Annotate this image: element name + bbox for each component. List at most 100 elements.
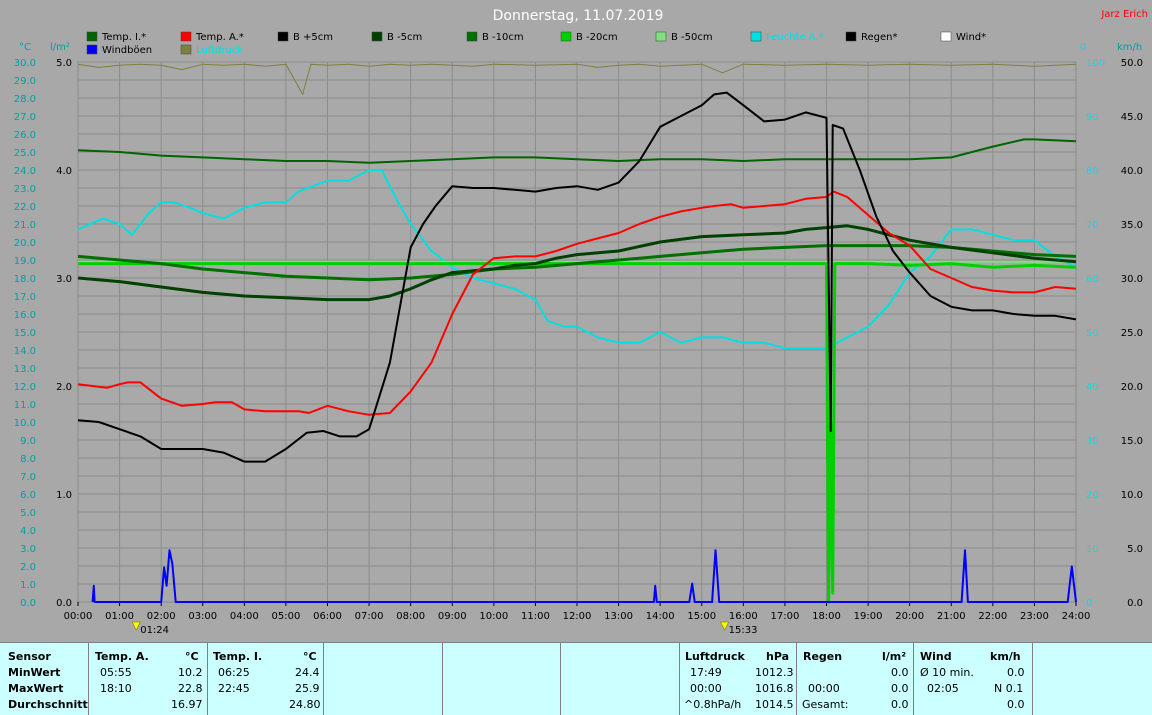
wind-tick-label: 0.0 [1127, 598, 1143, 609]
temp-tick-label: 16.0 [14, 310, 36, 321]
rain-tick-label: 2.0 [56, 382, 72, 393]
temp-a-unit: °C [185, 650, 199, 663]
chart-title: Donnerstag, 11.07.2019 [493, 8, 664, 24]
legend-label: Windböen [102, 45, 152, 56]
temp-tick-label: 7.0 [20, 472, 36, 483]
divider [679, 643, 680, 715]
x-tick-label: 17:00 [771, 611, 800, 622]
temp-tick-label: 14.0 [14, 346, 36, 357]
legend-swatch [180, 44, 192, 55]
rain-total: 0.0 [891, 698, 909, 711]
temp-tick-label: 22.0 [14, 202, 36, 213]
temp-tick-label: 4.0 [20, 526, 36, 537]
divider [442, 643, 443, 715]
wind-mean: 0.0 [1007, 698, 1025, 711]
divider [1032, 643, 1033, 715]
temp-tick-label: 12.0 [14, 382, 36, 393]
rain-header: Regen [803, 650, 843, 663]
rain-tick-label: 1.0 [56, 490, 72, 501]
x-tick-label: 22:00 [978, 611, 1007, 622]
rain-tick-label: 5.0 [56, 58, 72, 69]
divider [913, 643, 914, 715]
temp-tick-label: 1.0 [20, 580, 36, 591]
pressure-max: 1016.8 [755, 682, 794, 695]
wind-tick-label: 5.0 [1127, 544, 1143, 555]
wind-tick-label: 50.0 [1121, 58, 1143, 69]
legend-label: Temp. A.* [195, 32, 244, 43]
temp-tick-label: 26.0 [14, 130, 36, 141]
divider [88, 643, 89, 715]
temp-tick-label: 3.0 [20, 544, 36, 555]
wind-avg: 0.0 [1007, 666, 1025, 679]
legend-swatch [940, 31, 952, 42]
humidity-tick-label: 100 [1086, 58, 1105, 69]
temp-i-max: 25.9 [295, 682, 320, 695]
temp-tick-label: 11.0 [14, 400, 36, 411]
legend-swatch [86, 44, 98, 55]
temp-tick-label: 19.0 [14, 256, 36, 267]
temp-i-header: Temp. I. [213, 650, 263, 663]
divider [207, 643, 208, 715]
temp-tick-label: 0.0 [20, 598, 36, 609]
wind-max: N 0.1 [994, 682, 1024, 695]
x-tick-label: 15:00 [687, 611, 716, 622]
wind-tick-label: 10.0 [1121, 490, 1143, 501]
pressure-min-time: 17:49 [690, 666, 722, 679]
rain-unit: l/m² [882, 650, 907, 663]
legend-swatch [86, 31, 98, 42]
legend-label: B +5cm [293, 32, 333, 43]
legend-label: B -20cm [576, 32, 618, 43]
temp-tick-label: 9.0 [20, 436, 36, 447]
humidity-tick-label: 10 [1086, 544, 1099, 555]
unit-wind-left-label: 0 [1080, 42, 1086, 53]
temp-tick-label: 30.0 [14, 58, 36, 69]
pressure-avg: 1014.5 [755, 698, 794, 711]
row-label-max: MaxWert [8, 682, 64, 695]
temp-tick-label: 20.0 [14, 238, 36, 249]
legend-label: B -5cm [387, 32, 422, 43]
x-tick-label: 11:00 [521, 611, 550, 622]
row-label-avg: Durchschnitt [8, 698, 88, 711]
x-tick-label: 03:00 [188, 611, 217, 622]
temp-i-avg: 24.80 [289, 698, 321, 711]
row-label-min: MinWert [8, 666, 61, 679]
x-tick-label: 06:00 [313, 611, 342, 622]
wind-header: Wind [920, 650, 952, 663]
wind-avg-label: Ø 10 min. [920, 666, 974, 679]
humidity-tick-label: 90 [1086, 112, 1099, 123]
x-tick-label: 00:00 [64, 611, 93, 622]
event-marker-label: 15:33 [729, 625, 758, 636]
wind-tick-label: 35.0 [1121, 220, 1143, 231]
temp-tick-label: 15.0 [14, 328, 36, 339]
x-tick-label: 14:00 [646, 611, 675, 622]
temp-a-max: 22.8 [178, 682, 203, 695]
temp-tick-label: 21.0 [14, 220, 36, 231]
rain-min: 0.0 [891, 666, 909, 679]
temp-a-max-time: 18:10 [100, 682, 132, 695]
temp-tick-label: 17.0 [14, 292, 36, 303]
x-tick-label: 09:00 [438, 611, 467, 622]
x-tick-label: 18:00 [812, 611, 841, 622]
x-tick-label: 19:00 [854, 611, 883, 622]
unit-rain-label: l/m² [50, 42, 70, 53]
legend-label: Temp. I.* [101, 32, 146, 43]
x-tick-label: 08:00 [396, 611, 425, 622]
temp-tick-label: 25.0 [14, 148, 36, 159]
x-tick-label: 20:00 [895, 611, 924, 622]
station-name: Jarz Erich [1100, 9, 1148, 20]
temp-i-unit: °C [303, 650, 317, 663]
wind-tick-label: 25.0 [1121, 328, 1143, 339]
temp-i-min: 24.4 [295, 666, 320, 679]
unit-wind-label: km/h [1117, 42, 1142, 53]
x-tick-label: 23:00 [1020, 611, 1049, 622]
humidity-tick-label: 20 [1086, 490, 1099, 501]
temp-tick-label: 27.0 [14, 112, 36, 123]
wind-tick-label: 30.0 [1121, 274, 1143, 285]
temp-tick-label: 10.0 [14, 418, 36, 429]
legend-label: Regen* [861, 32, 898, 43]
x-tick-label: 16:00 [729, 611, 758, 622]
weather-chart: 0.0 1.0 2.0 3.0 4.0 5.0 6.0 7.0 8.0 9.0 10.0 11.0 12… [0, 0, 1152, 642]
humidity-tick-label: 30 [1086, 436, 1099, 447]
statistics-panel: Sensor MinWert MaxWert Durchschnitt Temp… [0, 642, 1152, 715]
x-tick-label: 01:00 [105, 611, 134, 622]
